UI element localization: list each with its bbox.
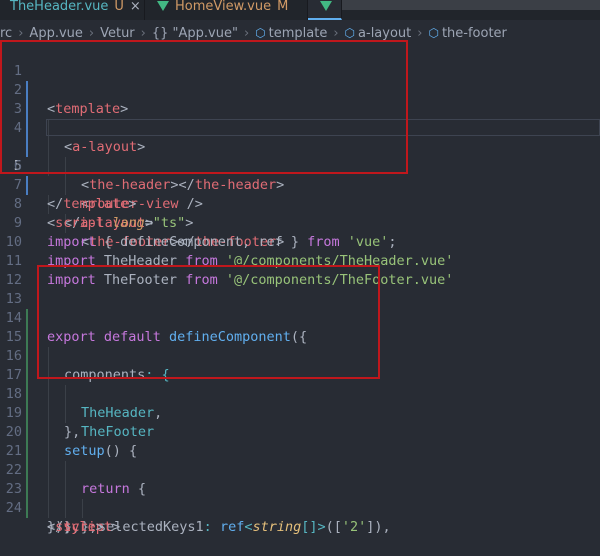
chevron-right-icon: › [243,25,250,41]
code-line: 8 <script lang="ts"> [0,176,600,231]
breadcrumb-item[interactable]: Vetur [100,26,135,41]
tabs-scrollbar[interactable] [342,0,600,10]
vue-file-icon [320,1,332,11]
code-line: <style> [0,499,600,535]
code-line: 21 }; [0,423,600,535]
chevron-right-icon: › [417,25,423,41]
cube-icon: ⬡ [428,26,439,40]
chevron-right-icon: › [140,25,146,41]
highlight-box-components [37,265,380,379]
code-line: 11 import TheFooter from '@/components/T… [0,233,600,288]
close-icon[interactable]: × [130,0,141,14]
code-line: 23 }); [0,461,600,535]
code-token: []> [301,519,326,535]
tab-theheader[interactable]: TheHeader.vue U × [0,0,145,20]
breadcrumb-item[interactable]: template [269,26,328,41]
code-token: < [47,519,56,535]
breadcrumb-item[interactable]: a-layout [358,26,411,41]
breadcrumb-item[interactable]: App.vue [29,26,82,41]
code-token: ]), [366,519,391,535]
cube-icon: ⬡ [255,26,266,40]
tab-status: U [114,0,124,14]
tab-label: TheHeader.vue [10,0,109,14]
code-token: > [95,519,104,535]
code-token: > [112,519,121,535]
code-token: ([ [325,519,342,535]
breadcrumb-item[interactable]: the-footer [442,26,507,41]
code-token: ref [219,519,245,535]
chevron-right-icon: › [18,25,24,41]
code-token: : [203,519,220,535]
vue-file-icon [157,1,169,11]
code-line: 20 selectedKeys1: ref<string[]>(['2']), [0,404,600,535]
tab-label: HomeView.vue [175,0,272,14]
code-line: 19 return { [0,385,600,497]
tab-homeview[interactable]: HomeView.vue M [145,0,308,20]
highlight-box-template [0,40,408,174]
tab-status: M [277,0,289,14]
code-line: 9 import { defineComponent, ref } from '… [0,195,600,250]
code-token: style [55,519,96,535]
breadcrumb-item[interactable]: {} "App.vue" [152,26,238,41]
code-token: < [244,519,253,535]
code-line: 10 import TheHeader from '@/components/T… [0,214,600,269]
tab-bar: TheHeader.vue U × HomeView.vue M [0,0,600,20]
chevron-right-icon: › [88,25,95,41]
code-line: 22 }, [0,442,600,535]
breadcrumb-item[interactable]: rc [0,26,12,41]
tab-app-vue[interactable] [308,0,342,20]
code-line: 24 </script> [0,480,600,535]
code-token: string [252,519,302,535]
code-token: '2' [341,519,367,535]
cube-icon: ⬡ [344,26,356,40]
chevron-right-icon: › [333,25,339,41]
